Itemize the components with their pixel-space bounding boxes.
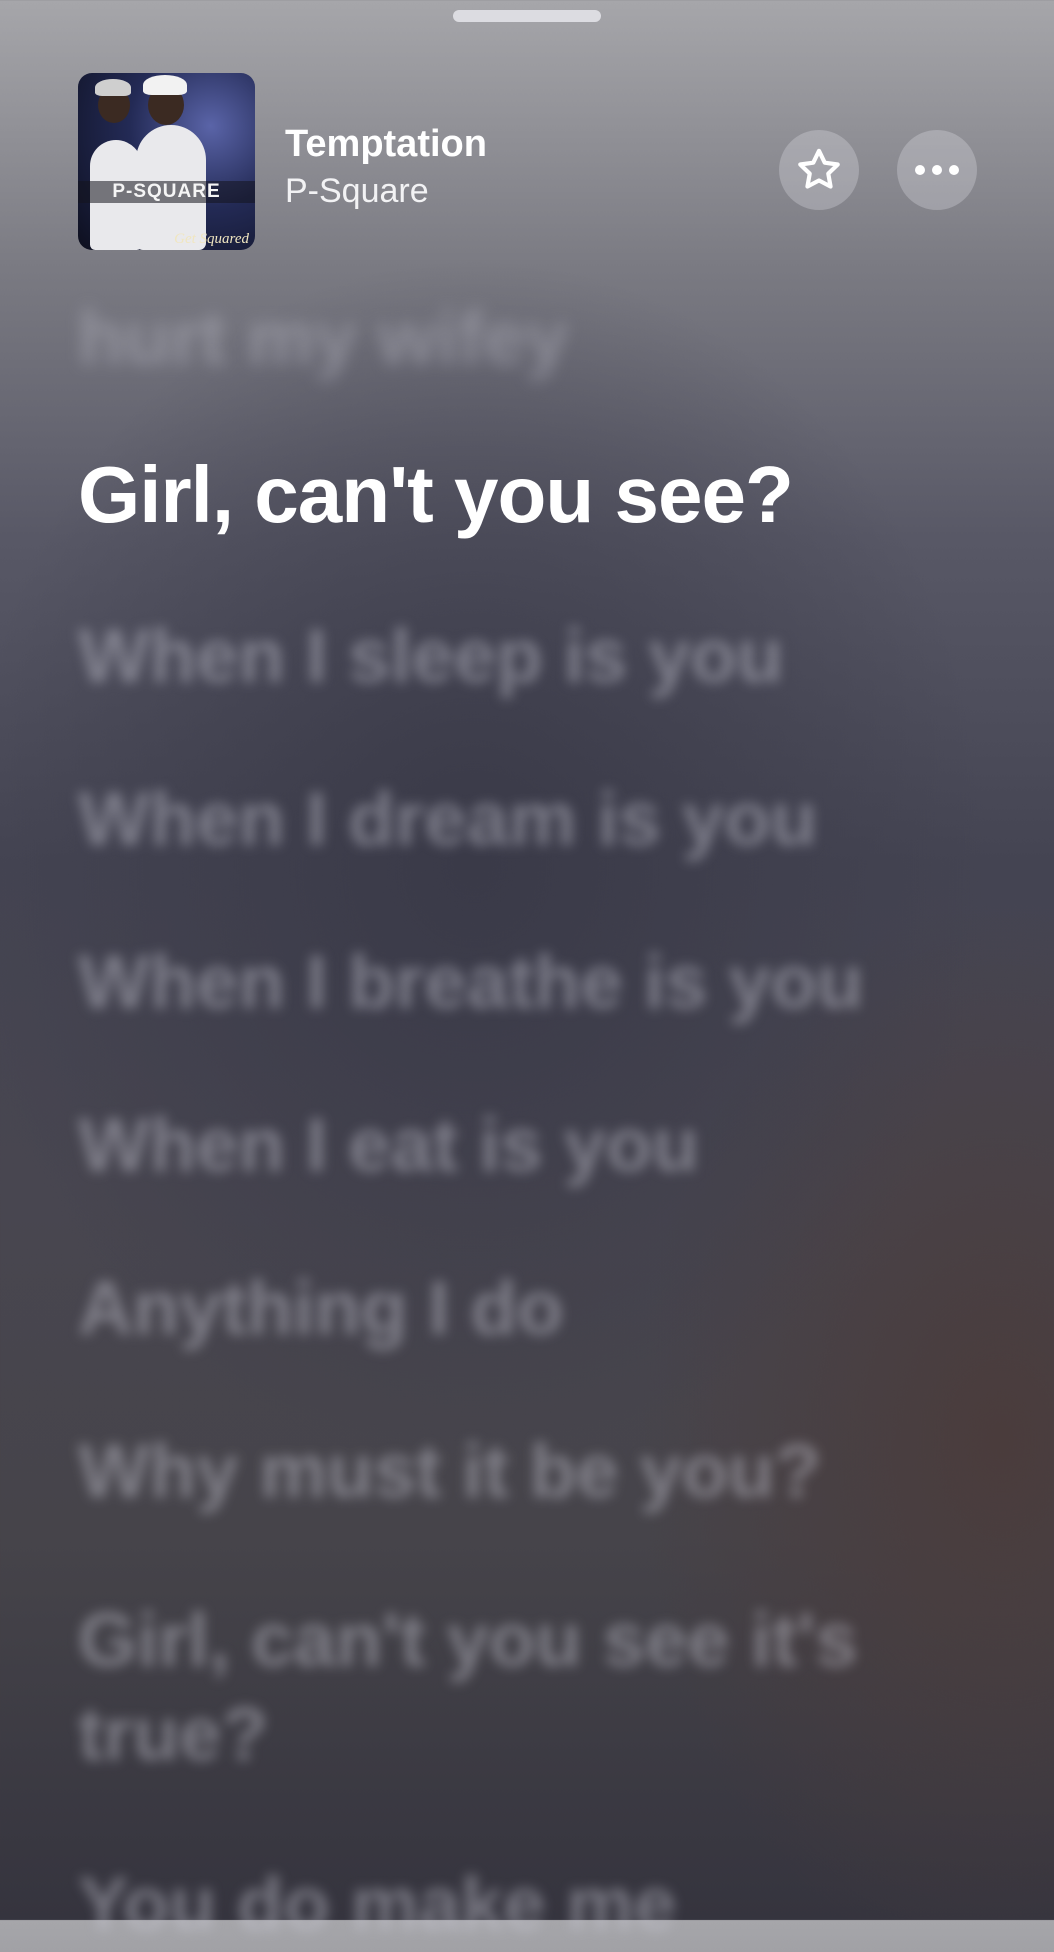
- favorite-button[interactable]: [779, 130, 859, 210]
- lyric-line[interactable]: Why must it be you?: [78, 1425, 978, 1519]
- lyric-line-current[interactable]: Girl, can't you see?: [78, 448, 978, 542]
- star-icon: [798, 148, 840, 189]
- album-artwork[interactable]: P-SQUARE Get Squared: [78, 73, 255, 250]
- lyric-line[interactable]: When I dream is you: [78, 773, 978, 867]
- song-artist[interactable]: P-Square: [285, 172, 429, 211]
- ellipsis-icon: [915, 165, 959, 175]
- artwork-cap-left: [95, 79, 131, 96]
- artwork-cap-right: [143, 75, 187, 95]
- lyric-line-previous[interactable]: hurt my wifey: [78, 292, 978, 386]
- artwork-tagline: Get Squared: [174, 231, 249, 247]
- lyric-line[interactable]: Girl, can't you see it's true?: [78, 1594, 858, 1782]
- more-options-button[interactable]: [897, 130, 977, 210]
- lyric-line[interactable]: When I eat is you: [78, 1099, 978, 1193]
- lyric-line[interactable]: Anything I do: [78, 1262, 978, 1356]
- lyric-line[interactable]: You do make me: [78, 1858, 978, 1952]
- song-title: Temptation: [285, 123, 487, 165]
- lyric-line[interactable]: When I breathe is you: [78, 936, 978, 1030]
- artwork-band-text: P-SQUARE: [78, 181, 255, 203]
- now-playing-header: P-SQUARE Get Squared Temptation P-Square: [78, 73, 977, 251]
- sheet-grabber-handle[interactable]: [453, 10, 601, 22]
- lyric-line[interactable]: When I sleep is you: [78, 610, 978, 704]
